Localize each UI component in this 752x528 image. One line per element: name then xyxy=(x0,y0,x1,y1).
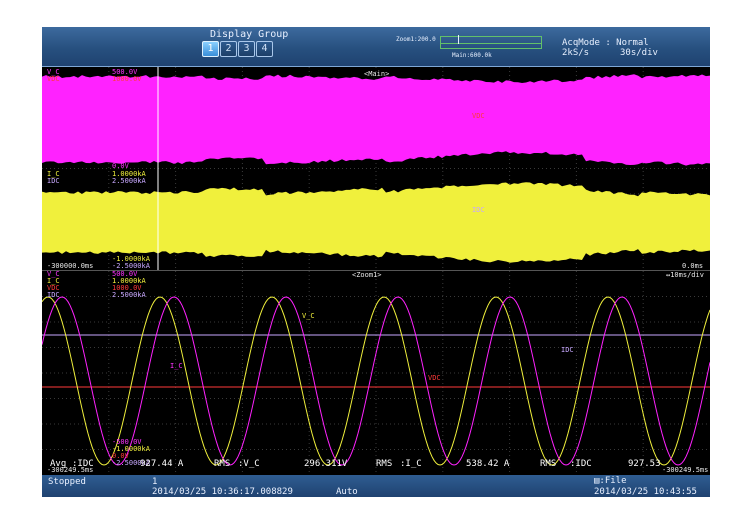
display-group-label: Display Group xyxy=(210,30,288,40)
acq-count: 1 xyxy=(152,477,157,487)
main-vc-band xyxy=(42,74,710,165)
meas-avg-label: Avg xyxy=(50,457,66,471)
meas-rms-label-2: RMS xyxy=(214,457,230,471)
display-group-3-button[interactable]: 3 xyxy=(238,41,255,57)
save-icon: ▤ xyxy=(594,476,599,486)
idc-trace-marker: IDC xyxy=(472,207,485,214)
oscilloscope-screen: Display Group 1 2 3 4 Zoom1:200.0 Main:6… xyxy=(42,27,710,497)
status-bar: Stopped 1 2014/03/25 10:36:17.008829 Aut… xyxy=(42,475,710,497)
main-waveform-panel[interactable]: <Main> V_C 500.0V VDC 1000.0V 0.0V I_C 1… xyxy=(42,67,710,271)
meas-rms-label-3: RMS xyxy=(376,457,392,471)
meas-ch3: :I_C xyxy=(400,457,422,471)
current-time: 2014/03/25 10:43:55 xyxy=(594,487,697,497)
zoom-vdc-trace-label: VDC xyxy=(428,375,441,382)
display-group-4-button[interactable]: 4 xyxy=(256,41,273,57)
meas-val2: 296.311V xyxy=(304,457,347,471)
main-time-right: 0.0ms xyxy=(682,263,703,270)
zoom-time-div[interactable]: ↔10ms/div xyxy=(666,272,704,279)
idc-scale-bottom: -2.5000kA xyxy=(112,263,150,270)
zoom-ic-trace-label: I_C xyxy=(170,363,183,370)
idc-scale-top: 2.5000kA xyxy=(112,178,146,185)
acq-mode-label[interactable]: AcqMode : Normal xyxy=(562,38,649,48)
meas-val3: 538.42 A xyxy=(466,457,509,471)
zoom-idc-name: IDC xyxy=(47,292,60,299)
sample-rate-label: 2kS/s xyxy=(562,48,589,58)
main-panel-title: <Main> xyxy=(364,71,389,78)
zoom-factor-label: Zoom1:200.0 xyxy=(396,35,436,45)
zoom-vc-trace-label: V_C xyxy=(302,313,315,320)
meas-ch2: :V_C xyxy=(238,457,260,471)
vdc-trace-marker: VDC xyxy=(472,113,485,120)
meas-val1: 927.44 A xyxy=(140,457,183,471)
zoom-position-marker[interactable] xyxy=(458,35,459,44)
measurement-row: Avg :IDC 927.44 A RMS :V_C 296.311V RMS … xyxy=(42,457,710,471)
main-waveform-graph[interactable] xyxy=(42,67,710,270)
idc-channel-name: IDC xyxy=(47,178,60,185)
zoom-panel-title: <Zoom1> xyxy=(352,272,382,279)
meas-ch1: :IDC xyxy=(72,457,94,471)
vc-scale-bottom: 0.0V xyxy=(112,163,129,170)
main-ic-band xyxy=(42,182,710,262)
vdc-scale-top: 1000.0V xyxy=(112,76,142,83)
main-record-bar xyxy=(440,44,542,49)
trigger-time: 2014/03/25 10:36:17.008829 xyxy=(152,487,293,497)
save-target-label: File xyxy=(605,476,627,486)
main-record-label: Main:600.0k xyxy=(452,51,492,61)
trigger-mode[interactable]: Auto xyxy=(336,487,358,497)
display-group-2-button[interactable]: 2 xyxy=(220,41,237,57)
zoom-waveform-panel[interactable]: <Zoom1> ↔10ms/div V_C 500.0V I_C 1.0000k… xyxy=(42,271,710,475)
zoom-idc-top: 2.5000kA xyxy=(112,292,146,299)
run-state: Stopped xyxy=(48,477,86,487)
header-bar: Display Group 1 2 3 4 Zoom1:200.0 Main:6… xyxy=(42,27,710,67)
meas-val4: 927.53 xyxy=(628,457,661,471)
meas-ch4: :IDC xyxy=(570,457,592,471)
meas-rms-label-4: RMS xyxy=(540,457,556,471)
vdc-channel-name: VDC xyxy=(47,76,60,83)
main-time-left: -300000.0ms xyxy=(47,263,93,270)
zoom-position-bar[interactable] xyxy=(440,36,542,44)
time-div-label[interactable]: 30s/div xyxy=(620,48,658,58)
zoom-idc-trace-label: IDC xyxy=(561,347,574,354)
save-target[interactable]: ▤:File xyxy=(594,476,627,486)
display-group-1-button[interactable]: 1 xyxy=(202,41,219,57)
